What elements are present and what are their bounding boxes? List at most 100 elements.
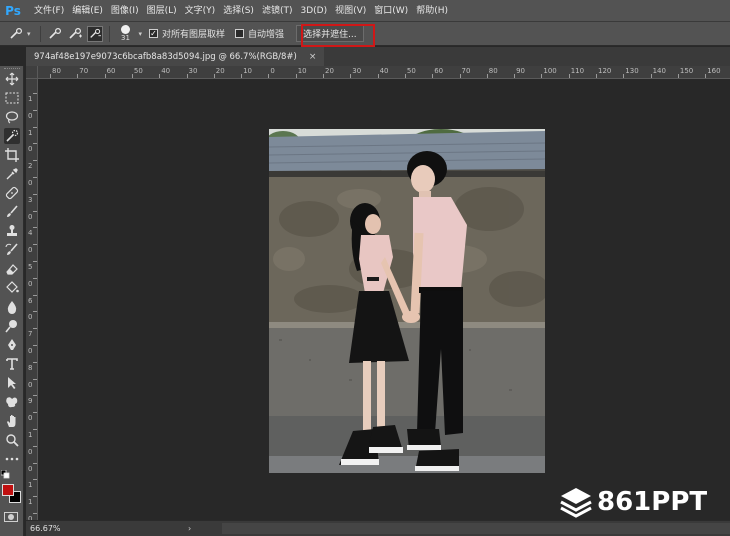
ruler-tick: [159, 74, 161, 78]
marquee-icon[interactable]: [4, 90, 20, 106]
ruler-tick: [268, 74, 270, 78]
divider: [39, 25, 41, 42]
lasso-icon[interactable]: [4, 109, 20, 125]
select-and-mask-button[interactable]: 选择并遮住...: [296, 25, 364, 42]
ruler-tick: [323, 74, 324, 78]
ruler-tick: [131, 74, 133, 78]
ruler-tick-label: 0: [28, 212, 33, 221]
zoom-icon[interactable]: [4, 432, 20, 448]
ruler-tick-label: 100: [543, 67, 557, 75]
ruler-origin[interactable]: [26, 66, 38, 79]
ruler-tick: [677, 74, 679, 78]
dodge-icon[interactable]: [4, 318, 20, 334]
move-icon[interactable]: [4, 71, 20, 87]
shape-icon[interactable]: [4, 394, 20, 410]
menu-3d[interactable]: 3D(D): [296, 0, 331, 22]
menu-filter[interactable]: 滤镜(T): [258, 0, 297, 22]
ruler-tick-label: 30: [352, 67, 362, 75]
new-selection-icon[interactable]: [47, 26, 63, 42]
ruler-tick-label: 10: [243, 67, 253, 75]
subtract-from-selection-icon[interactable]: [86, 25, 103, 42]
tool-preset-icon[interactable]: [8, 26, 24, 42]
eraser-icon[interactable]: [4, 261, 20, 277]
ruler-tick: [213, 74, 215, 78]
sample-all-layers-checkbox[interactable]: ✓: [149, 29, 159, 38]
ruler-tick: [432, 74, 434, 78]
clone-stamp-icon[interactable]: [4, 223, 20, 239]
horizontal-ruler[interactable]: 80 70 60 50 40 30 20 10 0 10 20 30 40 50 60 70 80 90 100 11…: [38, 66, 730, 79]
ruler-tick: [486, 74, 488, 78]
brush-size-picker[interactable]: 31: [116, 23, 136, 45]
ruler-tick-label: 50: [133, 67, 143, 75]
vertical-ruler[interactable]: 10102030405060708090100110: [26, 79, 38, 520]
ruler-tick-label: 0: [28, 279, 33, 288]
crop-icon[interactable]: [4, 147, 20, 163]
ruler-tick: [650, 74, 652, 78]
ruler-tick: [77, 74, 79, 78]
ruler-tick-label: 5: [28, 263, 33, 271]
ruler-tick-label: 0: [28, 111, 33, 120]
menu-type[interactable]: 文字(Y): [181, 0, 220, 22]
add-to-selection-icon[interactable]: [67, 26, 83, 42]
brush-size-value: 31: [121, 34, 130, 42]
ruler-tick: [705, 74, 707, 78]
close-icon[interactable]: ×: [309, 52, 317, 62]
path-selection-icon[interactable]: [4, 375, 20, 391]
watermark: 861PPT: [559, 484, 707, 520]
menu-help[interactable]: 帮助(H): [412, 0, 452, 22]
ruler-tick-label: 3: [28, 195, 33, 204]
menu-view[interactable]: 视图(V): [331, 0, 370, 22]
chevron-down-icon[interactable]: ▾: [27, 30, 31, 38]
ruler-tick: [241, 74, 243, 78]
ruler-tick-label: 0: [28, 464, 33, 473]
ruler-tick-label: 4: [28, 229, 33, 238]
auto-enhance-checkbox[interactable]: [235, 29, 245, 38]
ruler-tick: [459, 74, 461, 78]
ruler-tick-label: 60: [106, 67, 116, 75]
ruler-tick: [295, 74, 297, 78]
ruler-tick-label: 80: [52, 67, 61, 75]
menu-edit[interactable]: 编辑(E): [68, 0, 107, 22]
menu-file[interactable]: 文件(F): [30, 0, 68, 22]
more-tools-icon[interactable]: [4, 451, 20, 467]
pen-icon[interactable]: [4, 337, 20, 353]
foreground-color-swatch[interactable]: [2, 484, 14, 496]
brush-icon[interactable]: [4, 204, 20, 220]
quick-selection-icon[interactable]: [4, 128, 20, 144]
menu-image[interactable]: 图像(I): [107, 0, 143, 22]
panel-grip[interactable]: [4, 68, 20, 70]
status-menu-arrow-icon[interactable]: ›: [188, 524, 191, 533]
menu-window[interactable]: 窗口(W): [370, 0, 412, 22]
zoom-level[interactable]: 66.67%: [30, 524, 61, 533]
ruler-tick-label: 7: [28, 330, 33, 339]
menu-select[interactable]: 选择(S): [219, 0, 258, 22]
ruler-tick: [568, 74, 570, 78]
history-brush-icon[interactable]: [4, 242, 20, 258]
ruler-tick-label: 1: [28, 128, 33, 137]
paint-bucket-icon[interactable]: [4, 280, 20, 296]
quick-mask-icon[interactable]: [4, 512, 18, 522]
default-colors-icon[interactable]: [1, 470, 11, 480]
photoshop-logo: Ps: [5, 3, 21, 18]
healing-brush-icon[interactable]: [4, 185, 20, 201]
ruler-tick: [377, 74, 379, 78]
brush-preview-icon: [121, 25, 131, 34]
ruler-tick: [104, 74, 106, 78]
menu-items: 文件(F) 编辑(E) 图像(I) 图层(L) 文字(Y) 选择(S) 滤镜(T…: [30, 0, 452, 22]
eyedropper-icon[interactable]: [4, 166, 20, 182]
ruler-tick-label: 1: [28, 481, 33, 490]
document-tab[interactable]: 974af48e197e9073c6bcafb8a83d5094.jpg @ 6…: [26, 47, 325, 66]
menu-layer[interactable]: 图层(L): [143, 0, 181, 22]
ruler-tick-label: 6: [28, 296, 33, 305]
ruler-tick-label: 0: [28, 447, 33, 456]
ruler-tick-label: 90: [516, 67, 526, 75]
horizontal-scrollbar[interactable]: [222, 523, 730, 534]
ruler-tick-label: 0: [28, 145, 33, 154]
ruler-tick-label: 120: [598, 67, 612, 75]
blur-icon[interactable]: [4, 299, 20, 315]
document-image[interactable]: [269, 129, 545, 473]
hand-icon[interactable]: [4, 413, 20, 429]
chevron-down-icon[interactable]: ▾: [139, 30, 143, 38]
ruler-tick-label: 80: [488, 67, 498, 75]
type-icon[interactable]: [4, 356, 20, 372]
